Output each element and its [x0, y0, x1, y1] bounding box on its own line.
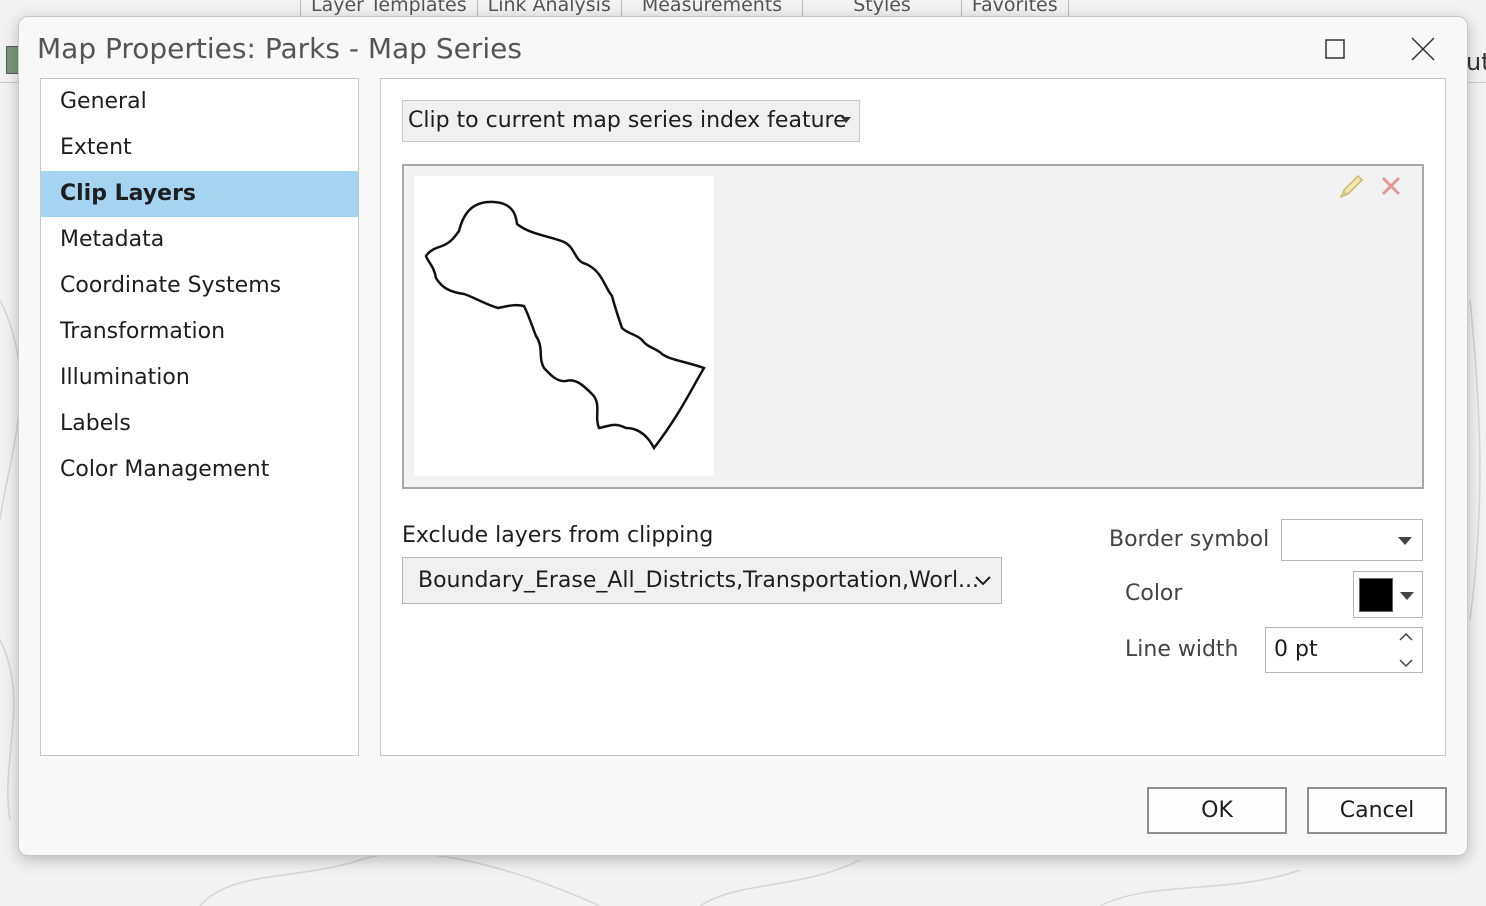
- caret-down-icon: [841, 117, 851, 123]
- color-swatch: [1359, 578, 1393, 612]
- clip-layers-panel: Clip to current map series index feature…: [380, 78, 1446, 756]
- exclude-layers-value: Boundary_Erase_All_Districts,Transportat…: [418, 568, 980, 593]
- maximize-icon: [1325, 39, 1345, 59]
- maximize-button[interactable]: [1305, 27, 1365, 71]
- ribbon-tab-styles[interactable]: Styles: [803, 0, 962, 16]
- line-width-input[interactable]: 0 pt: [1265, 627, 1423, 673]
- nav-item-coordinate-systems[interactable]: Coordinate Systems: [41, 263, 358, 309]
- background-edge-text: ut: [1466, 48, 1486, 76]
- map-properties-dialog: Map Properties: Parks - Map Series Gener…: [18, 16, 1468, 856]
- spin-up-icon[interactable]: [1398, 631, 1414, 643]
- clip-mode-value: Clip to current map series index feature: [408, 108, 847, 133]
- caret-down-icon: [1400, 592, 1414, 600]
- pencil-icon[interactable]: [1336, 172, 1366, 202]
- cancel-button[interactable]: Cancel: [1307, 787, 1447, 834]
- line-width-label: Line width: [1125, 637, 1239, 662]
- ribbon-tab-measurements[interactable]: Measurements: [622, 0, 804, 16]
- nav-item-extent[interactable]: Extent: [41, 125, 358, 171]
- border-symbol-dropdown[interactable]: [1281, 519, 1423, 561]
- exclude-layers-label: Exclude layers from clipping: [402, 523, 714, 548]
- ribbon-tabs: Layer Templates Link Analysis Measuremen…: [300, 0, 1069, 16]
- boundary-outline-shape: [424, 200, 706, 451]
- ribbon-tab-favorites[interactable]: Favorites: [962, 0, 1069, 16]
- exclude-layers-select[interactable]: Boundary_Erase_All_Districts,Transportat…: [402, 557, 1002, 604]
- spin-down-icon[interactable]: [1398, 657, 1414, 669]
- ribbon-tab-link-analysis[interactable]: Link Analysis: [478, 0, 622, 16]
- border-symbol-label: Border symbol: [1109, 527, 1270, 552]
- close-button[interactable]: [1393, 27, 1453, 71]
- nav-item-transformation[interactable]: Transformation: [41, 309, 358, 355]
- clip-mode-dropdown[interactable]: Clip to current map series index feature: [402, 100, 860, 142]
- nav-item-clip-layers[interactable]: Clip Layers: [41, 171, 358, 217]
- caret-down-icon: [1398, 537, 1412, 545]
- nav-item-general[interactable]: General: [41, 79, 358, 125]
- chevron-down-icon: [975, 576, 991, 586]
- properties-nav: General Extent Clip Layers Metadata Coor…: [40, 78, 359, 756]
- nav-item-metadata[interactable]: Metadata: [41, 217, 358, 263]
- clip-shape-preview: [402, 164, 1424, 489]
- dialog-title: Map Properties: Parks - Map Series: [37, 32, 522, 65]
- close-icon: [1411, 37, 1435, 61]
- remove-icon[interactable]: [1379, 174, 1403, 198]
- ribbon-tab-layer-templates[interactable]: Layer Templates: [300, 0, 478, 16]
- nav-item-labels[interactable]: Labels: [41, 401, 358, 447]
- nav-item-color-management[interactable]: Color Management: [41, 447, 358, 493]
- ok-button[interactable]: OK: [1147, 787, 1287, 834]
- color-label: Color: [1125, 581, 1183, 606]
- line-width-value: 0 pt: [1274, 637, 1318, 662]
- nav-item-illumination[interactable]: Illumination: [41, 355, 358, 401]
- clip-boundary-image: [414, 176, 714, 476]
- color-picker[interactable]: [1353, 571, 1423, 618]
